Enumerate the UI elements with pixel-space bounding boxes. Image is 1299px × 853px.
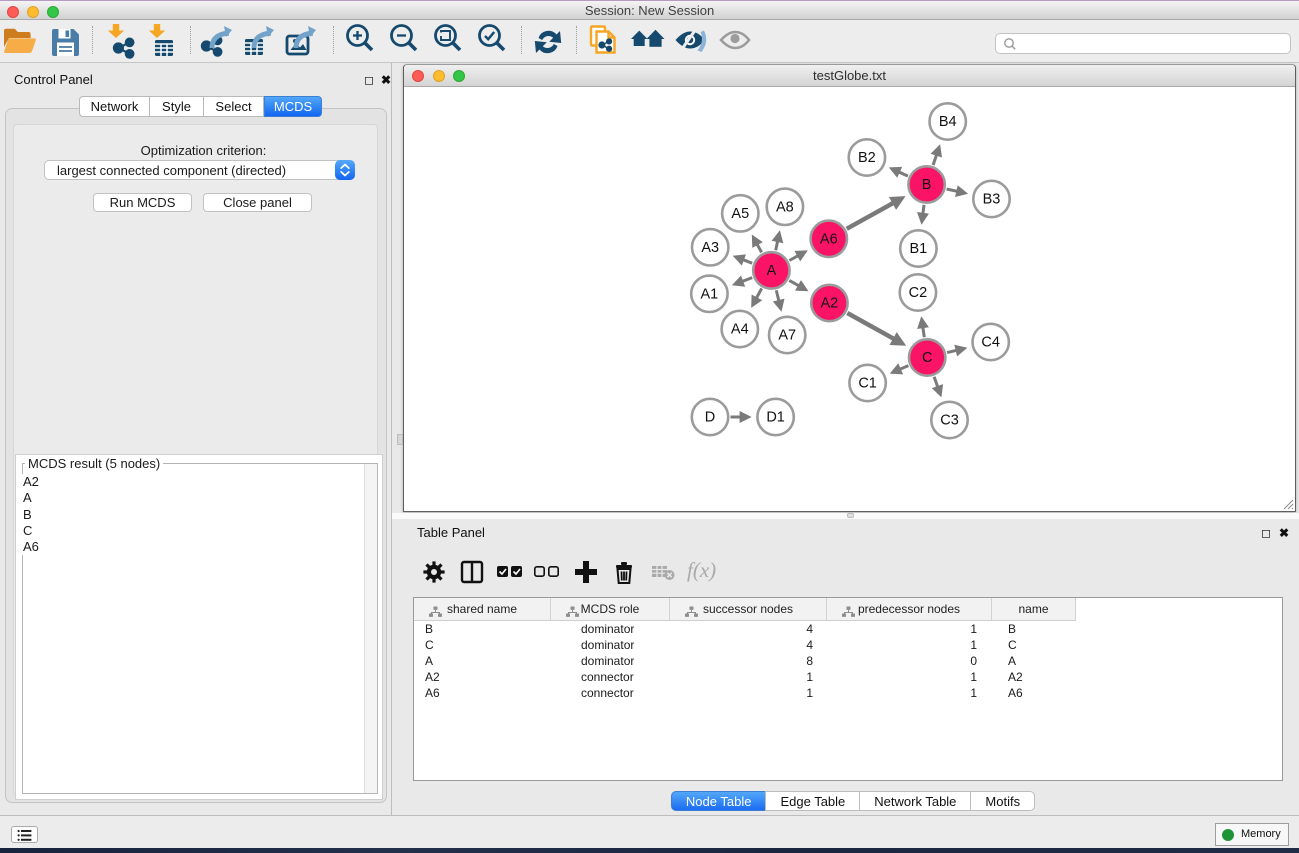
svg-text:D1: D1 [766,410,785,426]
svg-text:B4: B4 [939,114,957,130]
svg-text:C3: C3 [940,413,959,429]
svg-text:B1: B1 [910,241,928,257]
svg-text:C1: C1 [858,376,877,392]
svg-text:A8: A8 [776,199,794,215]
svg-text:A: A [767,263,777,279]
svg-text:A3: A3 [701,240,719,256]
svg-text:C2: C2 [909,285,928,301]
svg-text:B3: B3 [983,192,1001,208]
svg-text:C: C [922,350,932,366]
svg-text:A7: A7 [778,328,796,344]
svg-text:B: B [922,177,932,193]
svg-text:A4: A4 [731,322,749,338]
svg-text:A5: A5 [731,206,749,222]
svg-text:B2: B2 [858,150,876,166]
svg-text:C4: C4 [981,335,1000,351]
svg-text:A6: A6 [820,231,838,247]
svg-text:D: D [705,410,715,426]
svg-text:A2: A2 [821,296,839,312]
svg-text:A1: A1 [701,286,719,302]
